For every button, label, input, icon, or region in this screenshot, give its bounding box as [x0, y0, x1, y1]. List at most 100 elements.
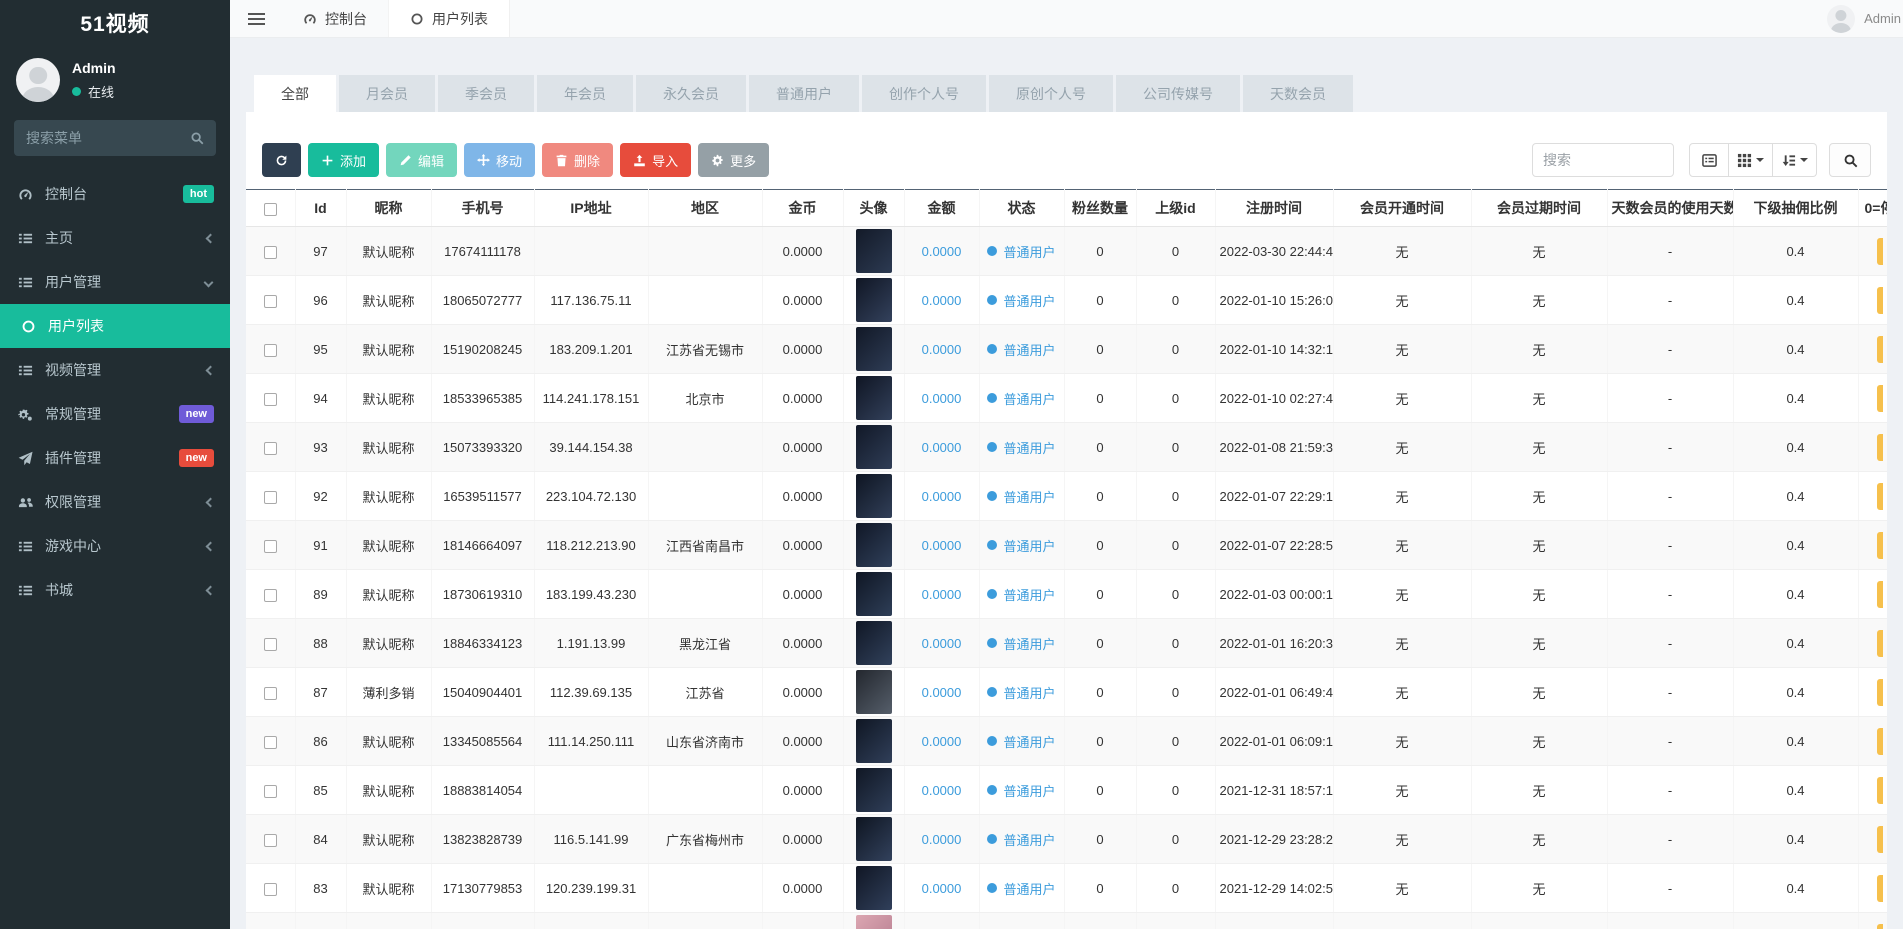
row-checkbox[interactable]: [264, 589, 277, 602]
user-avatar[interactable]: [856, 229, 892, 273]
row-checkbox[interactable]: [264, 687, 277, 700]
row-checkbox[interactable]: [264, 491, 277, 504]
amount-link[interactable]: 0.0000: [922, 881, 962, 896]
row-checkbox[interactable]: [264, 638, 277, 651]
sidebar-item-user-list[interactable]: 用户列表: [0, 304, 230, 348]
sidebar-toggle-icon[interactable]: [230, 0, 282, 37]
row-action-button-clipped[interactable]: [1877, 875, 1883, 902]
row-action-button-clipped[interactable]: [1877, 238, 1883, 265]
row-action-button-clipped[interactable]: [1877, 777, 1883, 804]
filter-tab-5[interactable]: 永久会员: [636, 75, 746, 112]
row-checkbox[interactable]: [264, 736, 277, 749]
user-avatar[interactable]: [856, 866, 892, 910]
user-avatar[interactable]: [856, 572, 892, 616]
amount-link[interactable]: 0.0000: [922, 293, 962, 308]
sidebar-item-general-mgmt[interactable]: 常规管理new: [0, 392, 230, 436]
filter-tab-4[interactable]: 年会员: [537, 75, 633, 112]
column-header-9[interactable]: 状态: [979, 190, 1064, 227]
row-action-button-clipped[interactable]: [1877, 287, 1883, 314]
column-header-5[interactable]: 地区: [648, 190, 762, 227]
topbar-user[interactable]: Admin: [1827, 5, 1903, 33]
column-header-14[interactable]: 会员过期时间: [1471, 190, 1607, 227]
sidebar-item-console[interactable]: 控制台hot: [0, 172, 230, 216]
column-header-4[interactable]: IP地址: [534, 190, 648, 227]
filter-tab-10[interactable]: 天数会员: [1243, 75, 1353, 112]
amount-link[interactable]: 0.0000: [922, 587, 962, 602]
sidebar-search-input[interactable]: [26, 130, 182, 146]
amount-link[interactable]: 0.0000: [922, 832, 962, 847]
select-all-checkbox[interactable]: [264, 203, 277, 216]
tab-console[interactable]: 控制台: [282, 0, 388, 37]
row-action-button-clipped[interactable]: [1877, 924, 1883, 929]
column-header-2[interactable]: 昵称: [346, 190, 431, 227]
user-avatar[interactable]: [856, 768, 892, 812]
row-action-button-clipped[interactable]: [1877, 826, 1883, 853]
user-avatar[interactable]: [856, 621, 892, 665]
sidebar-item-perm-mgmt[interactable]: 权限管理: [0, 480, 230, 524]
row-checkbox[interactable]: [264, 344, 277, 357]
filter-tab-2[interactable]: 月会员: [339, 75, 435, 112]
column-header-10[interactable]: 粉丝数量: [1064, 190, 1136, 227]
user-avatar[interactable]: [856, 719, 892, 763]
user-avatar[interactable]: [856, 425, 892, 469]
user-avatar[interactable]: [856, 327, 892, 371]
column-header-12[interactable]: 注册时间: [1215, 190, 1333, 227]
sidebar-item-game-center[interactable]: 游戏中心: [0, 524, 230, 568]
amount-link[interactable]: 0.0000: [922, 342, 962, 357]
row-checkbox[interactable]: [264, 295, 277, 308]
pagination-switch-button[interactable]: [1689, 143, 1729, 177]
row-action-button-clipped[interactable]: [1877, 581, 1883, 608]
edit-button[interactable]: 编辑: [386, 143, 457, 177]
row-checkbox[interactable]: [264, 393, 277, 406]
filter-tab-1[interactable]: 全部: [254, 75, 336, 112]
filter-tab-6[interactable]: 普通用户: [749, 75, 859, 112]
amount-link[interactable]: 0.0000: [922, 636, 962, 651]
table-search-input[interactable]: [1532, 143, 1674, 177]
more-button[interactable]: 更多: [698, 143, 769, 177]
amount-link[interactable]: 0.0000: [922, 783, 962, 798]
row-checkbox[interactable]: [264, 883, 277, 896]
amount-link[interactable]: 0.0000: [922, 538, 962, 553]
search-button[interactable]: [1829, 143, 1871, 177]
amount-link[interactable]: 0.0000: [922, 489, 962, 504]
filter-tab-9[interactable]: 公司传媒号: [1116, 75, 1240, 112]
sidebar-item-home[interactable]: 主页: [0, 216, 230, 260]
user-avatar[interactable]: [856, 670, 892, 714]
column-header-3[interactable]: 手机号: [431, 190, 534, 227]
filter-tab-3[interactable]: 季会员: [438, 75, 534, 112]
row-checkbox[interactable]: [264, 785, 277, 798]
column-header-7[interactable]: 头像: [843, 190, 904, 227]
add-button[interactable]: 添加: [308, 143, 379, 177]
delete-button[interactable]: 删除: [542, 143, 613, 177]
column-header-6[interactable]: 金币: [762, 190, 843, 227]
user-avatar[interactable]: [856, 817, 892, 861]
amount-link[interactable]: 0.0000: [922, 734, 962, 749]
sidebar-item-user-mgmt[interactable]: 用户管理: [0, 260, 230, 304]
sidebar-item-book-city[interactable]: 书城: [0, 568, 230, 612]
filter-tab-8[interactable]: 原创个人号: [989, 75, 1113, 112]
row-action-button-clipped[interactable]: [1877, 385, 1883, 412]
column-header-11[interactable]: 上级id: [1136, 190, 1215, 227]
filter-tab-7[interactable]: 创作个人号: [862, 75, 986, 112]
row-action-button-clipped[interactable]: [1877, 434, 1883, 461]
row-action-button-clipped[interactable]: [1877, 532, 1883, 559]
user-avatar[interactable]: [856, 278, 892, 322]
column-header-13[interactable]: 会员开通时间: [1333, 190, 1471, 227]
sidebar-item-video-mgmt[interactable]: 视频管理: [0, 348, 230, 392]
row-action-button-clipped[interactable]: [1877, 728, 1883, 755]
row-action-button-clipped[interactable]: [1877, 483, 1883, 510]
amount-link[interactable]: 0.0000: [922, 391, 962, 406]
row-checkbox[interactable]: [264, 246, 277, 259]
user-avatar[interactable]: [856, 523, 892, 567]
import-button[interactable]: 导入: [620, 143, 691, 177]
row-action-button-clipped[interactable]: [1877, 336, 1883, 363]
sidebar-item-plugin-mgmt[interactable]: 插件管理new: [0, 436, 230, 480]
move-button[interactable]: 移动: [464, 143, 535, 177]
row-checkbox[interactable]: [264, 442, 277, 455]
row-checkbox[interactable]: [264, 834, 277, 847]
column-header-15[interactable]: 天数会员的使用天数: [1607, 190, 1733, 227]
amount-link[interactable]: 0.0000: [922, 685, 962, 700]
row-action-button-clipped[interactable]: [1877, 630, 1883, 657]
amount-link[interactable]: 0.0000: [922, 244, 962, 259]
column-header-17[interactable]: 0=停: [1858, 190, 1887, 227]
